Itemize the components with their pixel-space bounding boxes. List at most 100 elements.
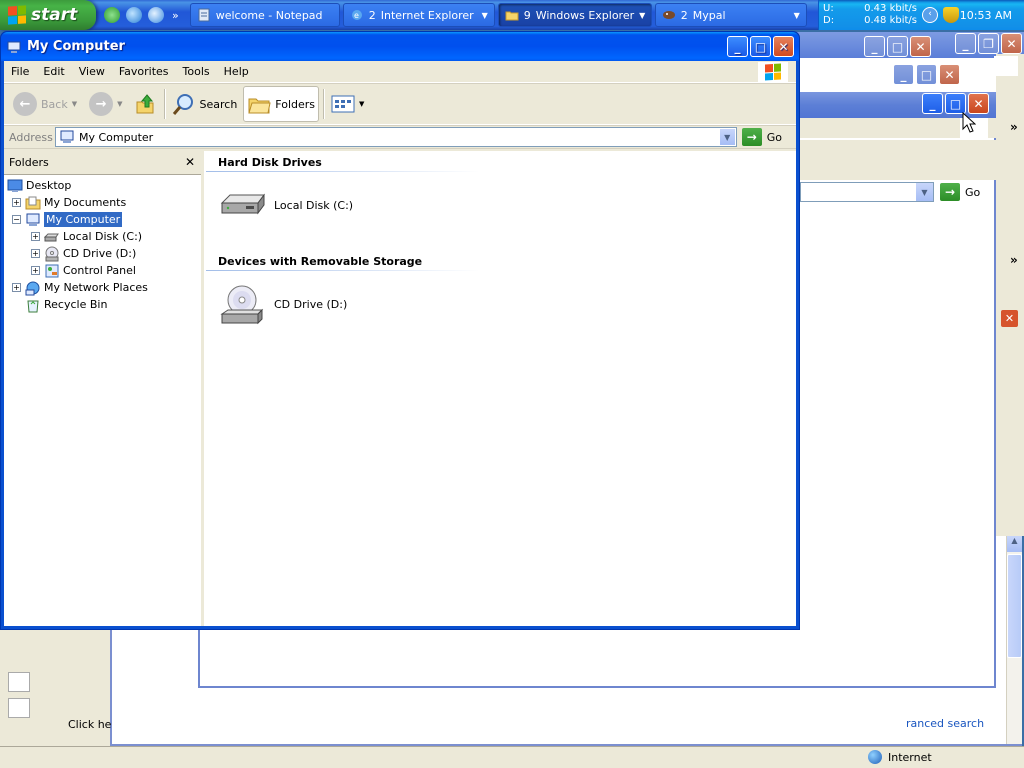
my-computer-window[interactable]: My Computer _ □ ✕ File Edit View Favorit… — [0, 31, 800, 630]
go-button[interactable]: → Go — [737, 128, 796, 146]
go-label: Go — [965, 185, 981, 199]
background-addressbar-fragment — [800, 140, 996, 180]
start-button[interactable]: start — [0, 0, 96, 30]
maximize-button[interactable]: □ — [916, 64, 937, 85]
task-notepad[interactable]: welcome - Notepad — [189, 3, 340, 27]
scroll-up-icon[interactable]: ▲ — [1007, 536, 1022, 552]
quick-launch-chevron-icon[interactable]: » — [172, 9, 179, 22]
expand-toggle[interactable]: + — [12, 198, 21, 207]
net-speed-meter: U: 0.43 kbit/s D: 0.48 kbit/s — [819, 3, 917, 27]
upload-label: U: — [823, 3, 834, 14]
tree-item-control-panel[interactable]: + Control Panel — [4, 262, 201, 279]
forward-button[interactable]: → ▼ — [86, 86, 125, 122]
close-icon[interactable]: ✕ — [185, 155, 195, 169]
close-button[interactable]: ✕ — [939, 64, 960, 85]
tray-collapse-icon[interactable]: ‹ — [922, 7, 938, 23]
background-address-box[interactable] — [800, 182, 934, 202]
restore-button[interactable]: ❐ — [978, 33, 999, 54]
menu-edit[interactable]: Edit — [36, 65, 71, 78]
menu-tools[interactable]: Tools — [176, 65, 217, 78]
background-chevron-icon[interactable]: » — [1010, 120, 1018, 134]
up-folder-button[interactable] — [130, 86, 160, 122]
tree-item-recycle-bin[interactable]: Recycle Bin — [4, 296, 201, 313]
background-pages-icon[interactable] — [8, 698, 30, 718]
address-input[interactable]: My Computer ▼ — [55, 127, 737, 147]
tree-label: My Computer — [44, 212, 123, 227]
views-button[interactable]: ▼ — [328, 86, 367, 122]
tree-label: My Network Places — [44, 281, 148, 294]
close-button[interactable]: ✕ — [773, 36, 794, 57]
tree-item-my-documents[interactable]: + My Documents — [4, 194, 201, 211]
tree-item-cd-drive[interactable]: + CD Drive (D:) — [4, 245, 201, 262]
group-heading: Hard Disk Drives — [218, 156, 322, 169]
task-internet-explorer[interactable]: e 2 Internet Explorer ▼ — [342, 3, 495, 27]
close-button[interactable]: ✕ — [1001, 33, 1022, 54]
views-icon — [331, 95, 355, 113]
minimize-button[interactable]: _ — [922, 93, 943, 114]
drive-label: CD Drive (D:) — [274, 297, 348, 311]
back-arrow-icon: ← — [13, 92, 37, 116]
menu-file[interactable]: File — [4, 65, 36, 78]
scroll-thumb[interactable] — [1007, 554, 1022, 658]
tree-item-my-computer[interactable]: − My Computer — [4, 211, 201, 228]
minimize-button[interactable]: _ — [727, 36, 748, 57]
close-button[interactable]: ✕ — [910, 36, 931, 57]
search-icon — [172, 94, 193, 115]
my-documents-icon — [25, 196, 41, 209]
back-label: Back — [41, 97, 68, 111]
tree-label: My Documents — [44, 196, 127, 209]
expand-toggle[interactable]: + — [31, 232, 40, 241]
ie-icon[interactable] — [126, 7, 142, 23]
tree-item-local-disk[interactable]: + Local Disk (C:) — [4, 228, 201, 245]
task-windows-explorer[interactable]: 9 Windows Explorer ▼ — [497, 3, 652, 27]
background-chevron-icon[interactable]: » — [1010, 253, 1018, 267]
standard-toolbar: ← Back ▼ → ▼ Search Folders ▼ — [4, 83, 796, 125]
window-icon[interactable] — [6, 39, 22, 55]
background-address-drop-icon[interactable]: ▼ — [916, 183, 933, 201]
folders-icon — [248, 98, 271, 114]
security-shield-icon[interactable] — [943, 7, 959, 23]
clock[interactable]: 10:53 AM — [960, 9, 1024, 22]
tree-label: Local Disk (C:) — [63, 230, 143, 243]
back-button[interactable]: ← Back ▼ — [10, 86, 80, 122]
address-bar: Address My Computer ▼ → Go — [4, 125, 796, 149]
maximize-button[interactable]: □ — [750, 36, 771, 57]
status-zone: Internet — [868, 750, 932, 764]
close-button[interactable]: ✕ — [968, 93, 989, 114]
search-button[interactable]: Search — [169, 86, 241, 122]
expand-toggle[interactable]: + — [31, 266, 40, 275]
background-close-icon[interactable]: ✕ — [1001, 310, 1018, 327]
background-go-button[interactable]: → Go — [940, 183, 980, 201]
collapse-toggle[interactable]: − — [12, 215, 21, 224]
menu-help[interactable]: Help — [217, 65, 256, 78]
mypal-icon — [662, 11, 675, 19]
background-scrollbar[interactable]: ▲ — [1006, 536, 1022, 744]
address-dropdown-icon[interactable]: ▼ — [718, 128, 736, 146]
menu-favorites[interactable]: Favorites — [112, 65, 176, 78]
expand-toggle[interactable]: + — [31, 249, 40, 258]
views-dropdown-icon[interactable]: ▼ — [359, 100, 364, 108]
ie-alt-icon[interactable] — [148, 7, 164, 23]
minimize-button[interactable]: _ — [864, 36, 885, 57]
minimize-button[interactable]: _ — [955, 33, 976, 54]
minimize-button[interactable]: _ — [893, 64, 914, 85]
expand-toggle[interactable]: + — [12, 283, 21, 292]
tree-label: Control Panel — [63, 264, 136, 277]
download-value: 0.48 kbit/s — [864, 15, 917, 26]
title-bar[interactable]: My Computer _ □ ✕ — [1, 32, 799, 61]
utorrent-icon[interactable] — [104, 7, 120, 23]
drive-item-cd-drive[interactable]: CD Drive (D:) — [220, 280, 347, 328]
back-dropdown-icon[interactable]: ▼ — [72, 100, 77, 108]
background-home-icon[interactable] — [8, 672, 30, 692]
tree-item-network-places[interactable]: + My Network Places — [4, 279, 201, 296]
task-mypal[interactable]: 2 Mypal ▼ — [654, 3, 807, 27]
background-advanced-search-link[interactable]: ranced search — [906, 717, 984, 730]
toolbar-separator — [323, 89, 325, 119]
forward-dropdown-icon[interactable]: ▼ — [117, 100, 122, 108]
menu-view[interactable]: View — [72, 65, 112, 78]
maximize-button[interactable]: □ — [945, 93, 966, 114]
maximize-button[interactable]: □ — [887, 36, 908, 57]
folders-button[interactable]: Folders — [243, 86, 320, 122]
tree-item-desktop[interactable]: Desktop — [4, 177, 201, 194]
drive-item-local-disk[interactable]: Local Disk (C:) — [220, 181, 353, 229]
